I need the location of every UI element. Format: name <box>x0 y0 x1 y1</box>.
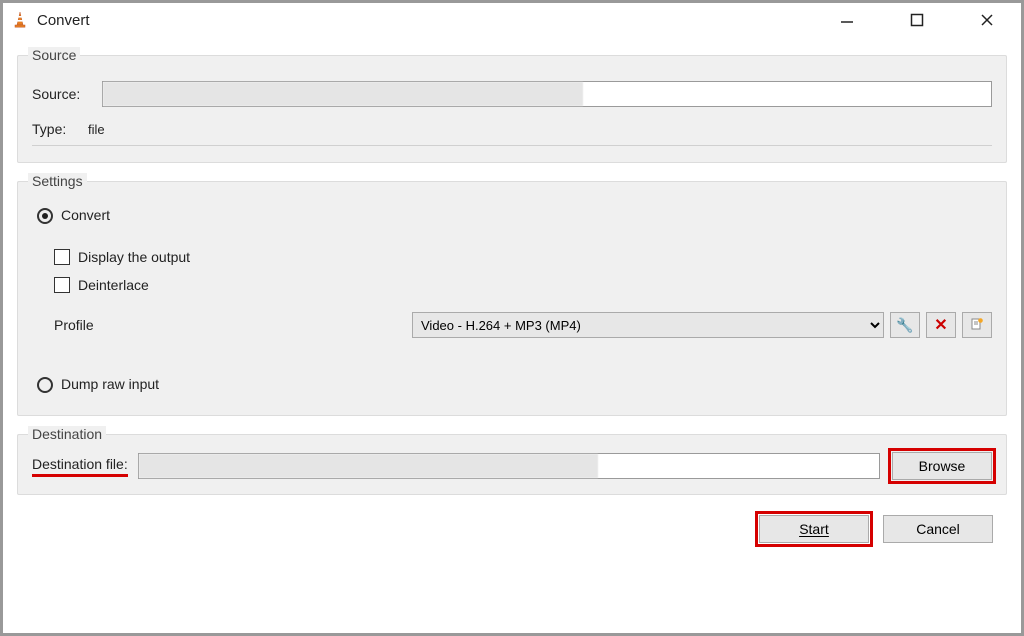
maximize-button[interactable] <box>899 6 935 34</box>
new-profile-button[interactable] <box>962 312 992 338</box>
divider <box>32 145 992 146</box>
dump-raw-radio[interactable]: Dump raw input <box>32 374 992 393</box>
vlc-cone-icon <box>11 11 29 29</box>
settings-legend: Settings <box>28 173 87 189</box>
close-button[interactable] <box>969 6 1005 34</box>
destination-redacted <box>139 454 598 478</box>
dump-raw-label: Dump raw input <box>61 376 159 392</box>
new-file-icon <box>970 317 984 334</box>
window-title: Convert <box>37 12 90 29</box>
type-label: Type: <box>32 121 88 137</box>
destination-group: Destination Destination file: Browse <box>17 426 1007 495</box>
profile-select[interactable]: Video - H.264 + MP3 (MP4) <box>412 312 884 338</box>
display-output-checkbox[interactable]: Display the output <box>50 246 992 268</box>
source-input-display <box>102 81 992 107</box>
start-button-label: Start <box>799 521 829 537</box>
profile-label: Profile <box>32 317 412 333</box>
deinterlace-label: Deinterlace <box>78 277 149 293</box>
type-value: file <box>88 122 105 137</box>
source-legend: Source <box>28 47 80 63</box>
dump-raw-radio-input[interactable] <box>37 377 53 393</box>
edit-profile-button[interactable]: 🔧 <box>890 312 920 338</box>
dialog-footer: Start Cancel <box>17 505 1007 543</box>
wrench-icon: 🔧 <box>896 317 913 334</box>
settings-group: Settings Convert Display the output Dein… <box>17 173 1007 416</box>
cancel-button[interactable]: Cancel <box>883 515 993 543</box>
destination-file-label: Destination file: <box>32 456 128 477</box>
display-output-checkbox-input[interactable] <box>54 249 70 265</box>
display-output-label: Display the output <box>78 249 190 265</box>
minimize-button[interactable] <box>829 6 865 34</box>
source-label: Source: <box>32 86 102 102</box>
start-button[interactable]: Start <box>759 515 869 543</box>
convert-radio-input[interactable] <box>37 208 53 224</box>
delete-x-icon: ✕ <box>934 315 947 335</box>
convert-radio-label: Convert <box>61 207 110 223</box>
title-bar: Convert <box>3 3 1021 37</box>
source-group: Source Source: Type: file <box>17 47 1007 163</box>
deinterlace-checkbox[interactable]: Deinterlace <box>50 274 992 296</box>
browse-button[interactable]: Browse <box>892 452 992 480</box>
convert-radio[interactable]: Convert <box>32 205 992 224</box>
deinterlace-checkbox-input[interactable] <box>54 277 70 293</box>
delete-profile-button[interactable]: ✕ <box>926 312 956 338</box>
destination-file-input[interactable] <box>138 453 880 479</box>
destination-legend: Destination <box>28 426 106 442</box>
source-redacted <box>103 82 583 106</box>
